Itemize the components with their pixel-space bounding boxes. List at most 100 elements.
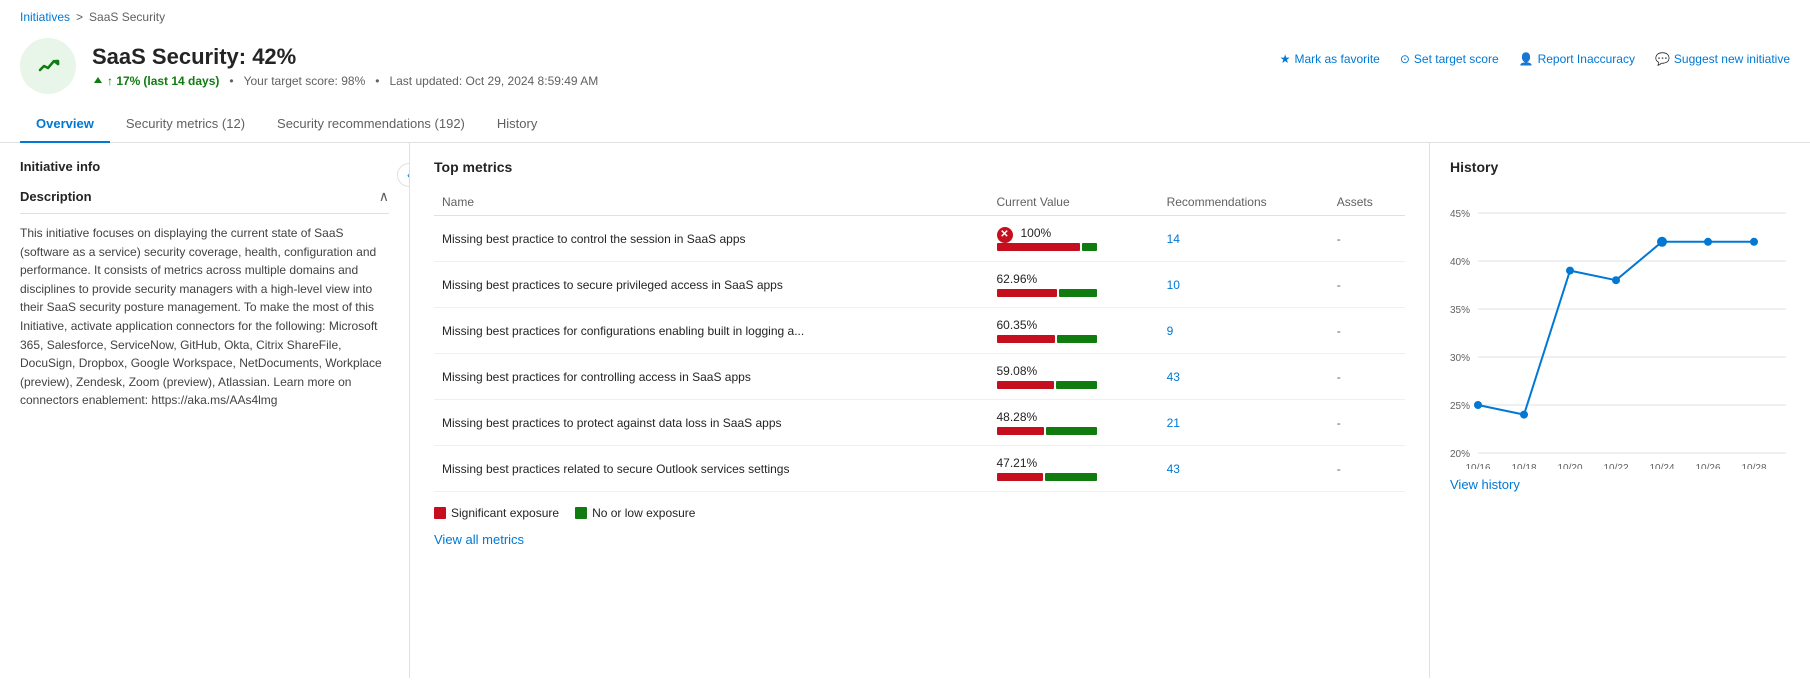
- target-score-action[interactable]: ⊙ Set target score: [1400, 52, 1499, 66]
- description-section-header: Description ∧: [20, 188, 389, 214]
- center-panel: Top metrics Name Current Value Recommend…: [410, 143, 1430, 678]
- metric-name-cell: Missing best practices to secure privile…: [434, 262, 989, 308]
- svg-text:10/20: 10/20: [1557, 463, 1582, 469]
- metric-recommendations-cell[interactable]: 10: [1159, 262, 1329, 308]
- metric-recommendations-link[interactable]: 43: [1167, 370, 1180, 384]
- tab-security-recommendations[interactable]: Security recommendations (192): [261, 106, 481, 143]
- metric-assets-cell: -: [1329, 446, 1405, 492]
- metric-recommendations-cell[interactable]: 43: [1159, 354, 1329, 400]
- metric-name-cell: Missing best practices for controlling a…: [434, 354, 989, 400]
- metric-value-cell: 59.08%: [989, 354, 1159, 400]
- header-actions: ★ Mark as favorite ⊙ Set target score 👤 …: [1280, 38, 1790, 66]
- breadcrumb-current: SaaS Security: [89, 10, 165, 24]
- col-current-value: Current Value: [989, 189, 1159, 216]
- chart-legend: Significant exposure No or low exposure: [434, 506, 1405, 520]
- metric-assets-cell: -: [1329, 400, 1405, 446]
- tab-history[interactable]: History: [481, 106, 553, 143]
- metric-value-cell: 60.35%: [989, 308, 1159, 354]
- metric-name-cell: Missing best practices related to secure…: [434, 446, 989, 492]
- metric-recommendations-link[interactable]: 21: [1167, 416, 1180, 430]
- bar-red: [997, 473, 1043, 481]
- metric-bar: [997, 243, 1097, 251]
- top-metrics-label: Top metrics: [434, 159, 1405, 175]
- bar-red: [997, 243, 1080, 251]
- bar-green: [1046, 427, 1097, 435]
- metric-bar: [997, 381, 1097, 389]
- metric-name-cell: Missing best practices for configuration…: [434, 308, 989, 354]
- svg-text:45%: 45%: [1450, 209, 1470, 220]
- view-all-metrics[interactable]: View all metrics: [434, 532, 524, 547]
- legend-significant: Significant exposure: [434, 506, 559, 520]
- metric-recommendations-cell[interactable]: 9: [1159, 308, 1329, 354]
- page-header: SaaS Security: 42% ↑ 17% (last 14 days) …: [0, 30, 1810, 106]
- view-history-link[interactable]: View history: [1450, 477, 1790, 492]
- metric-value-number: 48.28%: [997, 410, 1038, 424]
- header-text: SaaS Security: 42% ↑ 17% (last 14 days) …: [92, 44, 598, 88]
- legend-green-dot: [575, 507, 587, 519]
- report-icon: 👤: [1519, 52, 1534, 66]
- metric-recommendations-link[interactable]: 43: [1167, 462, 1180, 476]
- tab-security-metrics[interactable]: Security metrics (12): [110, 106, 261, 143]
- bar-green: [1056, 381, 1096, 389]
- page-title: SaaS Security: 42%: [92, 44, 598, 70]
- table-row: Missing best practices related to secure…: [434, 446, 1405, 492]
- svg-text:10/26: 10/26: [1695, 463, 1720, 469]
- description-chevron[interactable]: ∧: [379, 188, 389, 205]
- metric-recommendations-cell[interactable]: 43: [1159, 446, 1329, 492]
- metric-assets-cell: -: [1329, 308, 1405, 354]
- panel-toggle[interactable]: ‹: [397, 163, 410, 187]
- svg-text:35%: 35%: [1450, 305, 1470, 316]
- col-assets: Assets: [1329, 189, 1405, 216]
- metric-recommendations-link[interactable]: 14: [1167, 232, 1180, 246]
- error-icon: ✕: [997, 227, 1013, 243]
- bar-green: [1082, 243, 1097, 251]
- suggest-initiative-action[interactable]: 💬 Suggest new initiative: [1655, 52, 1790, 66]
- description-title: Description: [20, 189, 92, 204]
- metric-value-number: 47.21%: [997, 456, 1038, 470]
- target-score: Your target score: 98%: [244, 74, 366, 88]
- report-inaccuracy-action[interactable]: 👤 Report Inaccuracy: [1519, 52, 1635, 66]
- metric-recommendations-link[interactable]: 9: [1167, 324, 1174, 338]
- col-name: Name: [434, 189, 989, 216]
- metric-assets-cell: -: [1329, 354, 1405, 400]
- initiative-icon: [20, 38, 76, 94]
- table-row: Missing best practices to protect agains…: [434, 400, 1405, 446]
- suggest-icon: 💬: [1655, 52, 1670, 66]
- favorite-action[interactable]: ★ Mark as favorite: [1280, 52, 1380, 66]
- metric-name-cell: Missing best practice to control the ses…: [434, 216, 989, 262]
- bar-red: [997, 335, 1056, 343]
- metric-value-cell: 62.96%: [989, 262, 1159, 308]
- metric-bar: [997, 473, 1097, 481]
- svg-text:20%: 20%: [1450, 449, 1470, 460]
- metric-recommendations-cell[interactable]: 21: [1159, 400, 1329, 446]
- metric-recommendations-link[interactable]: 10: [1167, 278, 1180, 292]
- table-row: Missing best practices to secure privile…: [434, 262, 1405, 308]
- metric-value-cell: ✕ 100%: [989, 216, 1159, 262]
- left-panel: ‹ Initiative info Description ∧ This ini…: [0, 143, 410, 678]
- metric-assets-cell: -: [1329, 262, 1405, 308]
- history-chart: 45% 40% 35% 30% 25% 20% 10/16 10/18 10/2…: [1450, 189, 1790, 469]
- tabs-bar: Overview Security metrics (12) Security …: [0, 106, 1810, 143]
- breadcrumb-initiatives[interactable]: Initiatives: [20, 10, 70, 24]
- svg-text:25%: 25%: [1450, 401, 1470, 412]
- metric-recommendations-cell[interactable]: 14: [1159, 216, 1329, 262]
- bar-red: [997, 289, 1058, 297]
- svg-text:10/16: 10/16: [1465, 463, 1490, 469]
- history-chart-svg: 45% 40% 35% 30% 25% 20% 10/16 10/18 10/2…: [1450, 189, 1790, 469]
- history-title: History: [1450, 159, 1790, 175]
- header-left: SaaS Security: 42% ↑ 17% (last 14 days) …: [20, 38, 598, 94]
- metric-value-number: 100%: [1021, 226, 1052, 240]
- target-icon: ⊙: [1400, 52, 1410, 66]
- metric-bar: [997, 335, 1097, 343]
- tab-overview[interactable]: Overview: [20, 106, 110, 143]
- metric-value-cell: 48.28%: [989, 400, 1159, 446]
- bar-green: [1057, 335, 1096, 343]
- metric-assets-cell: -: [1329, 216, 1405, 262]
- bar-green: [1045, 473, 1097, 481]
- metric-bar: [997, 427, 1097, 435]
- last-updated: Last updated: Oct 29, 2024 8:59:49 AM: [389, 74, 598, 88]
- breadcrumb-separator: >: [76, 10, 83, 24]
- metric-value-number: 62.96%: [997, 272, 1038, 286]
- legend-red-dot: [434, 507, 446, 519]
- breadcrumb: Initiatives > SaaS Security: [0, 0, 1810, 30]
